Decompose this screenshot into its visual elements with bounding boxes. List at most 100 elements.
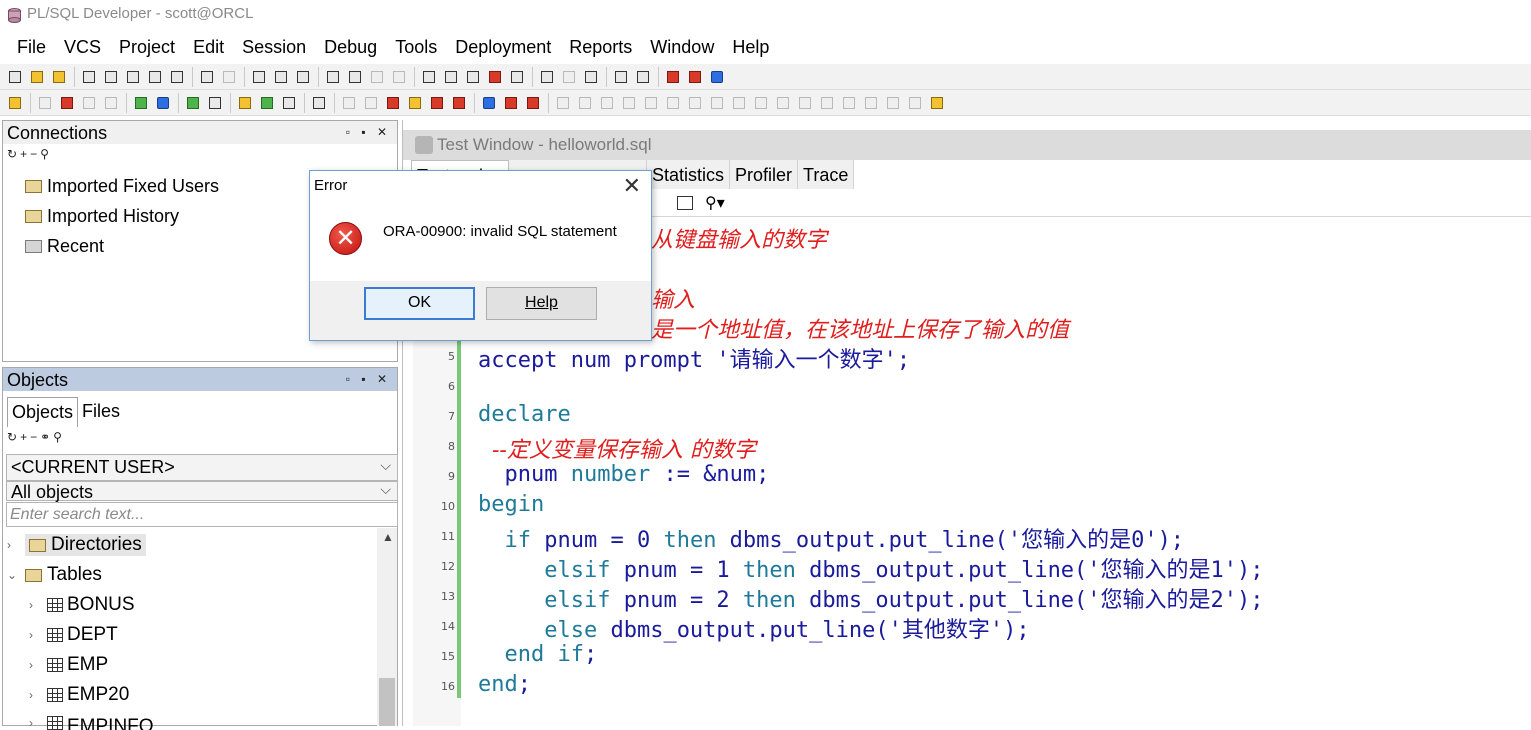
back-icon[interactable]	[368, 68, 386, 86]
menu-project[interactable]: Project	[110, 34, 184, 62]
macro-3-icon[interactable]	[598, 94, 616, 112]
key-icon[interactable]	[6, 94, 24, 112]
commit-icon[interactable]	[80, 94, 98, 112]
car-icon[interactable]	[524, 94, 542, 112]
tile-icon[interactable]	[560, 68, 578, 86]
uncomment-icon[interactable]	[508, 68, 526, 86]
find-icon[interactable]: ⚭	[40, 430, 50, 446]
bookmark-prev-icon[interactable]	[428, 94, 446, 112]
objects-scrollbar[interactable]: ▲	[377, 528, 397, 726]
find-icon[interactable]	[324, 68, 342, 86]
refresh-icon[interactable]: ↻	[7, 430, 17, 446]
menu-deployment[interactable]: Deployment	[446, 34, 560, 62]
paste-icon[interactable]	[294, 68, 312, 86]
macro-4-icon[interactable]	[620, 94, 638, 112]
macro-15-icon[interactable]	[862, 94, 880, 112]
macro-1-icon[interactable]	[554, 94, 572, 112]
scrollbar-thumb[interactable]	[379, 678, 395, 726]
tab-trace[interactable]: Trace	[798, 160, 855, 189]
cascade-icon[interactable]	[582, 68, 600, 86]
undo-icon[interactable]	[198, 68, 216, 86]
eraser-icon[interactable]	[362, 94, 380, 112]
comment-icon[interactable]	[486, 68, 504, 86]
arrow-right-red-icon[interactable]	[502, 94, 520, 112]
close-icon[interactable]: ✕	[623, 173, 641, 199]
rollback-icon[interactable]	[102, 94, 120, 112]
tree-item-tables[interactable]: ⌄ Tables	[7, 560, 377, 590]
remove-icon[interactable]: −	[30, 147, 37, 163]
menu-debug[interactable]: Debug	[315, 34, 386, 62]
macro-2-icon[interactable]	[576, 94, 594, 112]
tab-profiler[interactable]: Profiler	[730, 160, 799, 189]
expand-icon[interactable]: ›	[29, 598, 41, 612]
cut-icon[interactable]	[250, 68, 268, 86]
sql-window-icon[interactable]	[132, 94, 150, 112]
macro-7-icon[interactable]	[686, 94, 704, 112]
menu-edit[interactable]: Edit	[184, 34, 233, 62]
table-row[interactable]: › EMP	[7, 650, 377, 680]
image-icon[interactable]	[677, 196, 693, 210]
user-combo[interactable]: <CURRENT USER> ⌵	[6, 454, 398, 481]
expand-icon[interactable]: ›	[29, 658, 41, 672]
macro-5-icon[interactable]	[642, 94, 660, 112]
expand-icon[interactable]: ›	[29, 628, 41, 642]
help-button[interactable]: Help	[486, 287, 597, 320]
search-input[interactable]: Enter search text...	[6, 502, 398, 527]
db-connect-icon[interactable]	[184, 94, 202, 112]
menu-file[interactable]: File	[8, 34, 55, 62]
expand-icon[interactable]: ›	[29, 688, 41, 702]
macro-9-icon[interactable]	[730, 94, 748, 112]
macro-16-icon[interactable]	[884, 94, 902, 112]
db-disconnect-icon[interactable]	[206, 94, 224, 112]
open-icon[interactable]	[28, 68, 46, 86]
compile-icon[interactable]	[420, 68, 438, 86]
add-icon[interactable]: +	[20, 430, 27, 446]
explain-plan-icon[interactable]	[236, 94, 254, 112]
table-row[interactable]: › DEPT	[7, 620, 377, 650]
report-icon[interactable]	[258, 94, 276, 112]
describe-icon[interactable]	[280, 94, 298, 112]
open-recent-icon[interactable]	[50, 68, 68, 86]
panel-controls[interactable]: ▫ ▪ ✕	[346, 372, 391, 386]
indent-icon[interactable]	[442, 68, 460, 86]
macro-14-icon[interactable]	[840, 94, 858, 112]
break-icon[interactable]	[58, 94, 76, 112]
save-as-icon[interactable]	[102, 68, 120, 86]
filter-icon[interactable]: ⚲	[40, 147, 49, 163]
redo-icon[interactable]	[220, 68, 238, 86]
save-all-icon[interactable]	[124, 68, 142, 86]
table-row[interactable]: › EMPINFO	[7, 710, 377, 730]
wrench-icon[interactable]	[310, 94, 328, 112]
print-icon[interactable]	[146, 68, 164, 86]
filter-icon[interactable]: ⚲	[53, 430, 62, 446]
save-icon[interactable]	[80, 68, 98, 86]
macro-10-icon[interactable]	[752, 94, 770, 112]
grid-icon[interactable]	[634, 68, 652, 86]
new-icon[interactable]	[6, 68, 24, 86]
toggle-bookmark-icon[interactable]	[340, 94, 358, 112]
tree-item-imported-fixed-users[interactable]: Imported Fixed Users	[11, 171, 219, 201]
ok-button[interactable]: OK	[364, 287, 475, 320]
macro-6-icon[interactable]	[664, 94, 682, 112]
menu-window[interactable]: Window	[641, 34, 723, 62]
add-icon[interactable]: +	[20, 147, 27, 163]
execute-gear-icon[interactable]	[36, 94, 54, 112]
menu-reports[interactable]: Reports	[560, 34, 641, 62]
panel-controls[interactable]: ▫ ▪ ✕	[346, 125, 391, 139]
object-filter-combo[interactable]: All objects ⌵	[6, 481, 398, 502]
bookmark-red-icon[interactable]	[384, 94, 402, 112]
replace-icon[interactable]	[346, 68, 364, 86]
tab-files[interactable]: Files	[78, 397, 124, 427]
macro-lock-icon[interactable]	[928, 94, 946, 112]
tab-objects[interactable]: Objects	[7, 397, 79, 427]
about-info-icon[interactable]	[708, 68, 726, 86]
copy-icon[interactable]	[272, 68, 290, 86]
oracle-icon[interactable]	[664, 68, 682, 86]
menu-help[interactable]: Help	[723, 34, 778, 62]
menu-session[interactable]: Session	[233, 34, 315, 62]
zoom-icon[interactable]: ⚲▾	[705, 193, 725, 213]
table-row[interactable]: › BONUS	[7, 590, 377, 620]
windows-icon[interactable]	[612, 68, 630, 86]
table-row[interactable]: › EMP20	[7, 680, 377, 710]
macro-17-icon[interactable]	[906, 94, 924, 112]
